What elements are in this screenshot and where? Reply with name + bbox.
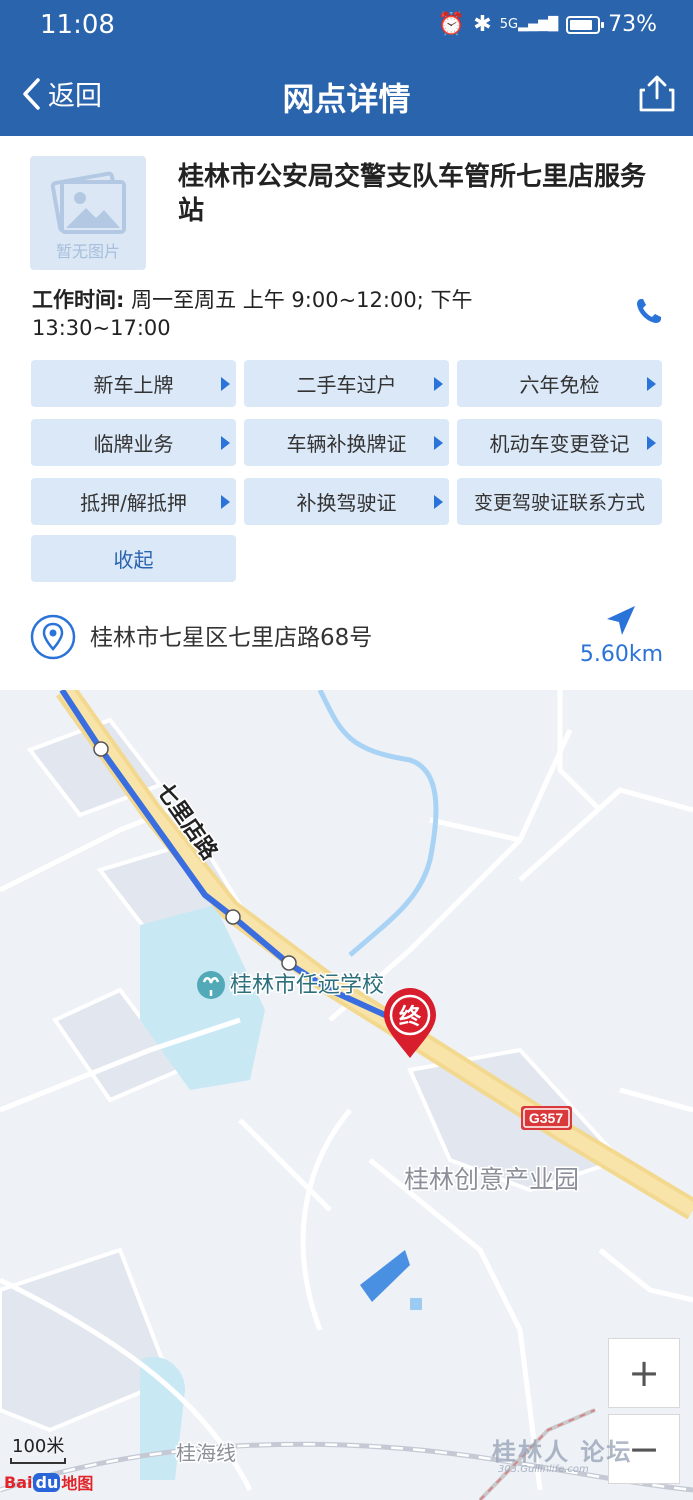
hours-label: 工作时间: <box>32 288 125 312</box>
battery-level: 73% <box>608 12 657 37</box>
watermark: 桂林人 论坛 <box>492 1438 633 1466</box>
page-title: 网点详情 <box>282 80 411 118</box>
service-button-vehicle-change[interactable]: 机动车变更登记 <box>457 419 662 466</box>
service-button-transfer[interactable]: 二手车过户 <box>244 360 449 407</box>
triangle-right-icon <box>221 436 230 450</box>
status-icons: ⏰ ✱ 5G▂▄▆█ 73% <box>438 12 657 37</box>
collapse-button[interactable]: 收起 <box>31 535 236 582</box>
service-button-replace-plate[interactable]: 车辆补换牌证 <box>244 419 449 466</box>
service-button-temp-plate[interactable]: 临牌业务 <box>31 419 236 466</box>
station-card: 暂无图片 桂林市公安局交警支队车管所七里店服务站 工作时间: 周一至周五 上午 … <box>0 136 693 690</box>
end-marker-label: 终 <box>399 1004 422 1030</box>
service-label: 临牌业务 <box>93 432 174 456</box>
location-pin-icon <box>30 614 76 660</box>
navigate-arrow-icon[interactable] <box>603 604 637 638</box>
share-icon[interactable] <box>637 74 677 114</box>
triangle-right-icon <box>647 377 656 391</box>
zoom-in-button[interactable]: + <box>608 1338 680 1408</box>
triangle-right-icon <box>221 377 230 391</box>
scale-label: 100米 <box>12 1436 65 1457</box>
service-label: 抵押/解抵押 <box>80 491 187 515</box>
triangle-right-icon <box>647 436 656 450</box>
map-canvas: G357 七里店路 桂林市任远学校 桂林创意产业园 桂海线 终 <box>0 690 693 1500</box>
service-label: 二手车过户 <box>296 373 397 397</box>
service-label: 机动车变更登记 <box>489 432 630 456</box>
park-label: 桂林创意产业园 <box>404 1165 579 1194</box>
triangle-right-icon <box>434 436 443 450</box>
no-image-label: 暂无图片 <box>55 242 120 261</box>
school-label: 桂林市任远学校 <box>230 973 384 998</box>
address-text: 桂林市七星区七里店路68号 <box>90 625 373 651</box>
service-button-mortgage[interactable]: 抵押/解抵押 <box>31 478 236 525</box>
service-button-exempt-inspection[interactable]: 六年免检 <box>457 360 662 407</box>
signal-label: 5G <box>499 17 519 32</box>
signal-icon: 5G▂▄▆█ <box>499 17 559 32</box>
triangle-right-icon <box>221 495 230 509</box>
service-label: 新车上牌 <box>93 373 174 397</box>
address-row[interactable]: 桂林市七星区七里店路68号 5.60km <box>0 596 693 690</box>
collapse-label: 收起 <box>113 548 154 572</box>
triangle-right-icon <box>434 495 443 509</box>
highway-badge: G357 <box>529 1110 563 1126</box>
service-label: 补换驾驶证 <box>296 491 397 515</box>
service-label: 六年免检 <box>519 373 600 397</box>
status-bar: 11:08 ⏰ ✱ 5G▂▄▆█ 73% <box>0 0 693 54</box>
working-hours: 工作时间: 周一至周五 上午 9:00~12:00; 下午 13:30~17:0… <box>32 286 532 342</box>
watermark-url: 303.Guilinlife.com <box>498 1464 589 1475</box>
bluetooth-icon: ✱ <box>473 12 492 37</box>
phone-icon[interactable] <box>634 296 664 326</box>
nav-bar: 返回 网点详情 <box>0 54 693 136</box>
image-placeholder-icon <box>50 171 126 234</box>
logo-du: du <box>33 1472 61 1492</box>
logo-map: 地图 <box>61 1474 94 1493</box>
status-time: 11:08 <box>40 10 115 40</box>
distance-label: 5.60km <box>579 642 663 667</box>
station-name: 桂林市公安局交警支队车管所七里店服务站 <box>178 162 647 226</box>
alarm-icon: ⏰ <box>437 12 466 37</box>
service-label: 变更驾驶证联系方式 <box>473 492 645 514</box>
service-button-new-plate[interactable]: 新车上牌 <box>31 360 236 407</box>
scale-bar <box>10 1458 66 1464</box>
battery-icon <box>566 15 605 34</box>
map-view[interactable]: G357 七里店路 桂林市任远学校 桂林创意产业园 桂海线 终 + − 100米… <box>0 690 693 1500</box>
triangle-right-icon <box>434 377 443 391</box>
service-button-change-contact[interactable]: 变更驾驶证联系方式 <box>457 478 662 525</box>
service-label: 车辆补换牌证 <box>286 432 407 456</box>
service-button-replace-license[interactable]: 补换驾驶证 <box>244 478 449 525</box>
station-thumbnail: 暂无图片 <box>30 156 146 270</box>
baidu-map-logo: Bai du 地图 <box>4 1470 93 1494</box>
logo-bai: Bai <box>4 1472 33 1492</box>
rail-label: 桂海线 <box>176 1441 236 1465</box>
